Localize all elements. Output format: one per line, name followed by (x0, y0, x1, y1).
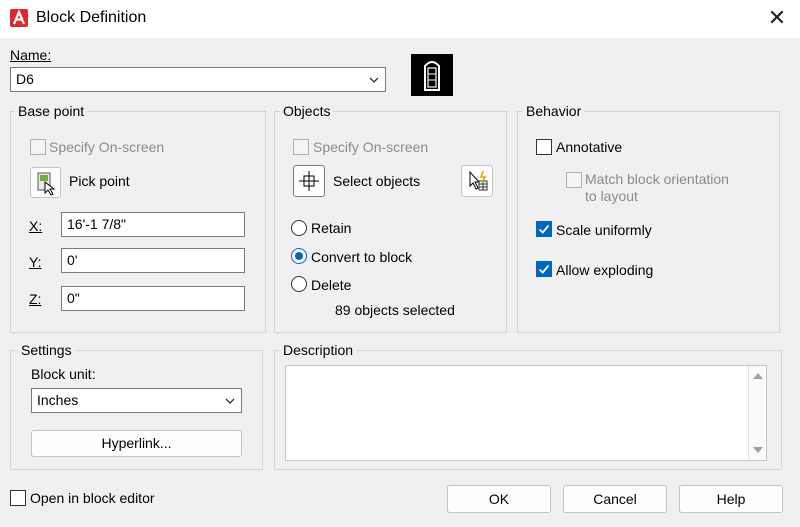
name-combobox[interactable]: D6 (10, 67, 386, 92)
base-specify-onscreen-label: Specify On-screen (49, 139, 165, 155)
convert-to-block-label: Convert to block (311, 249, 413, 265)
retain-radio[interactable] (291, 220, 307, 236)
name-label-text: Name: (10, 47, 52, 63)
allow-exploding-label: Allow exploding (556, 262, 654, 278)
block-unit-select[interactable]: Inches (31, 388, 242, 413)
z-label: Z: (29, 291, 41, 307)
y-label: Y: (29, 254, 41, 270)
z-label-text: Z: (29, 291, 42, 307)
match-orientation-label-line2: to layout (585, 188, 638, 204)
delete-label: Delete (311, 277, 352, 293)
delete-radio[interactable] (291, 276, 307, 292)
block-preview-icon (411, 54, 453, 96)
convert-to-block-radio[interactable] (291, 248, 307, 264)
selected-count-text: 89 objects selected (335, 302, 455, 318)
scale-uniformly-checkbox[interactable] (536, 221, 552, 237)
description-textarea[interactable] (285, 365, 767, 461)
block-unit-label: Block unit: (31, 366, 96, 382)
open-in-editor-checkbox[interactable] (10, 490, 26, 506)
help-button[interactable]: Help (679, 485, 783, 513)
autocad-app-icon (10, 9, 28, 27)
description-title: Description (280, 342, 357, 358)
y-label-text: Y: (29, 254, 42, 270)
match-orientation-checkbox[interactable] (566, 172, 582, 188)
x-label-text: X: (29, 218, 43, 234)
close-icon[interactable]: ✕ (764, 5, 790, 31)
objects-specify-onscreen-checkbox[interactable] (293, 139, 309, 155)
select-objects-button[interactable] (293, 165, 325, 197)
allow-exploding-checkbox[interactable] (536, 261, 552, 277)
x-label: X: (29, 218, 42, 234)
retain-label: Retain (311, 220, 352, 236)
annotative-label: Annotative (556, 139, 623, 155)
pick-point-button[interactable] (30, 167, 61, 198)
z-input[interactable]: 0" (61, 286, 245, 311)
behavior-title: Behavior (523, 103, 585, 119)
objects-specify-onscreen-label: Specify On-screen (313, 139, 429, 155)
checkmark-icon (538, 264, 550, 274)
y-input[interactable]: 0' (61, 248, 245, 273)
name-label: Name: (10, 47, 51, 63)
annotative-checkbox[interactable] (536, 139, 552, 155)
ok-button[interactable]: OK (447, 485, 551, 513)
quick-select-icon (469, 170, 488, 191)
chevron-down-icon (369, 77, 379, 83)
base-specify-onscreen-checkbox[interactable] (30, 139, 46, 155)
block-unit-value: Inches (37, 392, 79, 408)
chevron-down-icon (225, 398, 235, 404)
scroll-down-icon[interactable] (753, 446, 763, 454)
window-title: Block Definition (36, 9, 147, 26)
select-objects-label: Select objects (333, 173, 421, 189)
objects-title: Objects (280, 103, 334, 119)
settings-title: Settings (18, 342, 75, 358)
scroll-up-icon[interactable] (753, 372, 763, 380)
open-in-editor-label: Open in block editor (30, 490, 155, 506)
match-orientation-label-line1: Match block orientation (585, 171, 729, 187)
pick-point-label: Pick point (69, 173, 130, 189)
pick-point-icon (37, 172, 56, 196)
description-text (286, 366, 766, 374)
hyperlink-button[interactable]: Hyperlink... (31, 430, 242, 457)
base-point-title: Base point (15, 103, 88, 119)
quick-select-button[interactable] (461, 165, 493, 197)
x-input[interactable]: 16'-1 7/8" (61, 212, 245, 237)
select-objects-icon (299, 171, 319, 191)
cancel-button[interactable]: Cancel (563, 485, 667, 513)
checkmark-icon (538, 224, 550, 234)
description-scrollbar[interactable] (748, 366, 766, 460)
scale-uniformly-label: Scale uniformly (556, 222, 652, 238)
name-value: D6 (16, 71, 34, 87)
